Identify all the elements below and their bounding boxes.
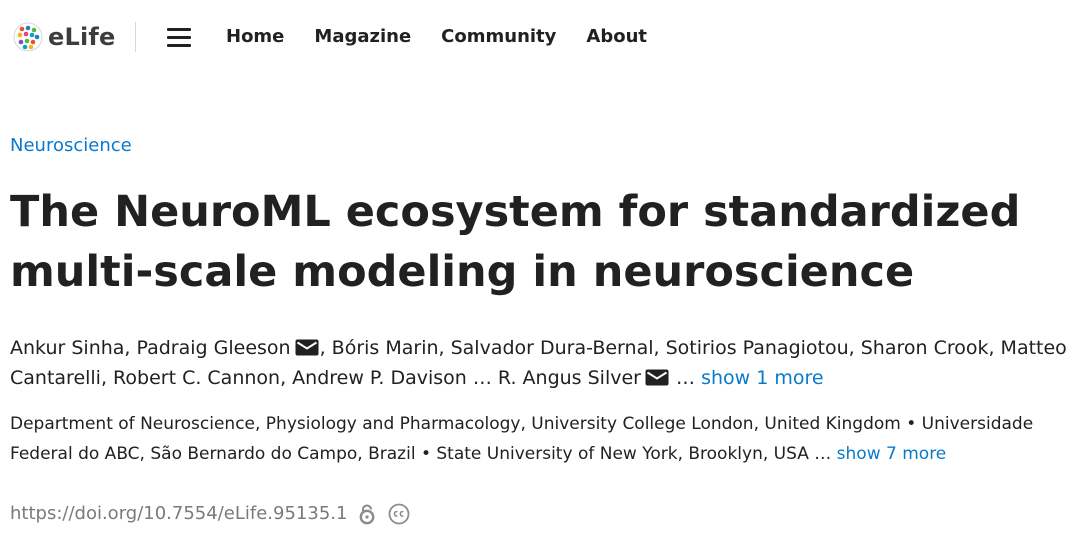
open-access-lock-icon (360, 504, 375, 525)
subject-link-neuroscience[interactable]: Neuroscience (10, 134, 132, 158)
mail-icon[interactable] (645, 369, 669, 386)
affiliation-list: Department of Neuroscience, Physiology a… (10, 409, 1068, 469)
elife-logo-link[interactable]: eLife (12, 20, 116, 54)
hamburger-menu-icon-line (167, 27, 191, 31)
hamburger-menu-button[interactable] (167, 25, 195, 49)
nav-home-link[interactable]: Home (226, 25, 284, 49)
article-title: The NeuroML ecosystem for standardized m… (10, 187, 1021, 297)
show-more-authors-link[interactable]: show 1 more (701, 367, 824, 389)
authors-text-part: Ankur Sinha, Padraig Gleeson (10, 337, 291, 359)
nav-about-link[interactable]: About (586, 25, 647, 49)
nav-community-link[interactable]: Community (441, 25, 556, 49)
authors-ellipsis: … (669, 367, 696, 389)
doi-link[interactable]: https://doi.org/10.7554/eLife.95135.1 (10, 502, 347, 526)
author-list: Ankur Sinha, Padraig Gleeson, Bóris Mari… (10, 333, 1068, 393)
header-divider (135, 22, 136, 52)
elife-logo-icon (13, 22, 43, 52)
top-navigation: Home Magazine Community About (226, 25, 647, 49)
mail-icon[interactable] (295, 339, 319, 356)
hamburger-menu-icon-line (167, 43, 191, 47)
hamburger-menu-icon-line (167, 35, 191, 39)
creative-commons-icon (389, 503, 410, 525)
elife-logo-text: eLife (48, 23, 116, 51)
site-header: eLife Home Magazine Community About (0, 0, 1074, 74)
show-more-affiliations-link[interactable]: show 7 more (837, 444, 947, 464)
doi-license-row: https://doi.org/10.7554/eLife.95135.1 (10, 502, 411, 526)
nav-magazine-link[interactable]: Magazine (314, 25, 411, 49)
